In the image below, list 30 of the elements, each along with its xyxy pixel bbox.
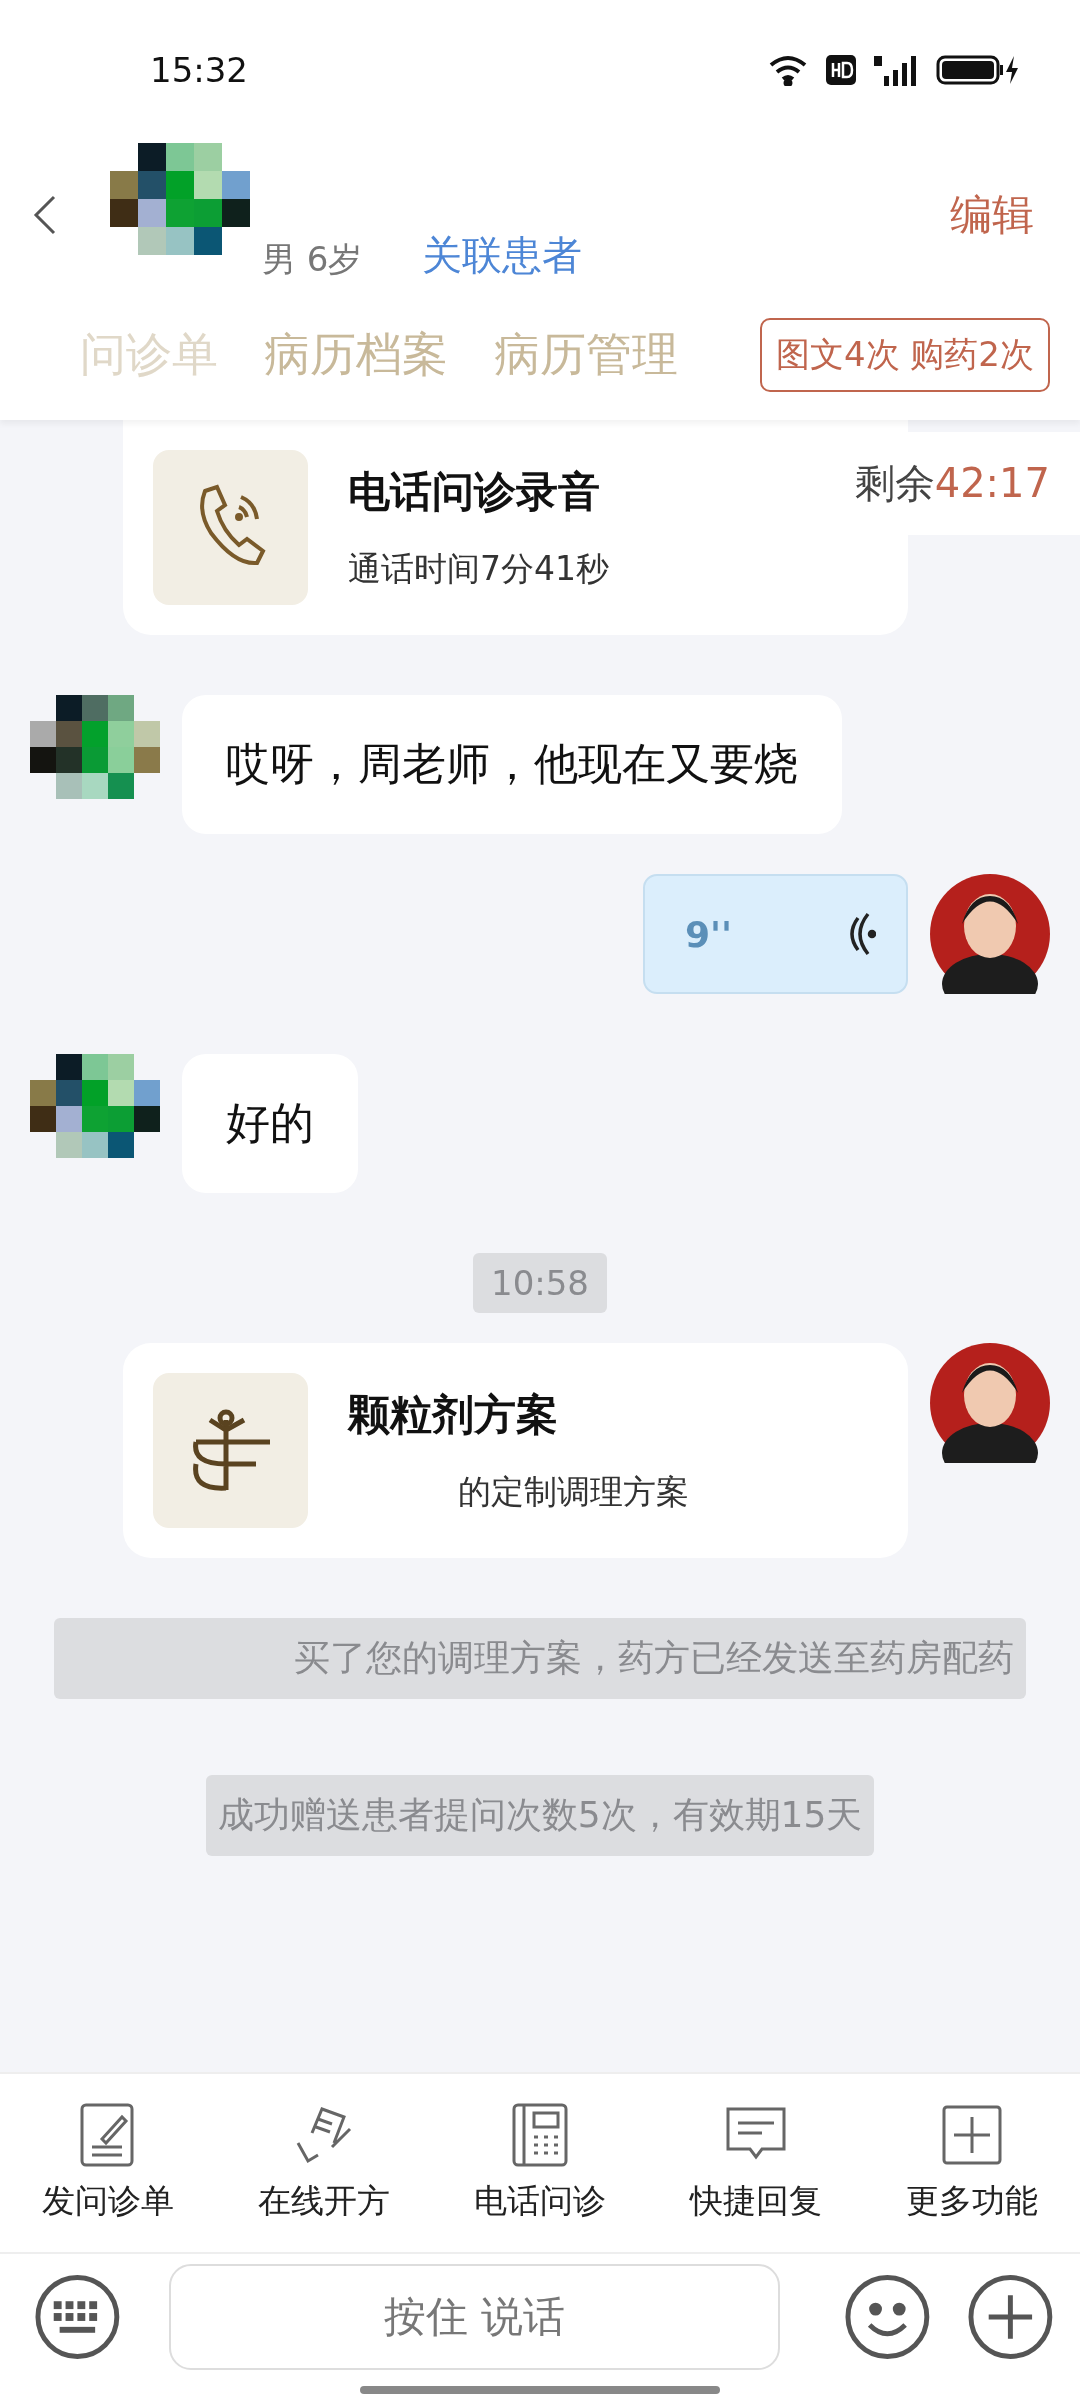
voice-duration: 9'' [685,913,733,955]
system-notice: 成功赠送患者提问次数5次，有效期15天 [205,1775,875,1856]
tool-button[interactable]: 在线开方 [216,2101,432,2225]
message-bubble: 哎呀，周老师，他现在又要烧 [182,695,842,834]
link-patient-link[interactable]: 关联患者 [422,227,583,283]
tool-button[interactable]: 发问诊单 [0,2101,216,2225]
plus-icon[interactable] [967,2273,1054,2361]
edit-button[interactable]: 编辑 [944,186,1040,244]
clock: 15:32 [150,50,248,90]
tool-button[interactable]: 电话问诊 [432,2101,648,2225]
quota-badge[interactable]: 图文4次 购药2次 [759,318,1050,392]
tool-button[interactable]: 更多功能 [864,2101,1080,2225]
timestamp: 10:58 [473,1253,607,1313]
system-notice: 买了您的调理方案，药方已经发送至药房配药 [54,1618,1026,1699]
wifi-icon [768,54,808,86]
battery-charging-icon [936,54,1020,86]
card-title: 颗粒剂方案 [348,1388,559,1441]
card-title: 电话问诊录音 [348,465,601,518]
voice-message[interactable]: 9'' [643,874,908,994]
plan-card[interactable]: 颗粒剂方案 的定制调理方案 [123,1343,908,1558]
keyboard-icon[interactable] [34,2273,121,2361]
emoji-icon[interactable] [844,2273,932,2361]
tool-button[interactable]: 快捷回复 [648,2101,864,2225]
signal-icon [874,54,918,86]
gender-age: 男 6岁 [262,237,363,281]
card-subtitle: 通话时间7分41秒 [348,547,609,590]
message-bubble: 好的 [182,1054,358,1193]
hold-to-talk-button[interactable]: 按住 说话 [168,2264,781,2370]
hd-icon [826,55,856,85]
card-subtitle: 的定制调理方案 [457,1470,689,1513]
